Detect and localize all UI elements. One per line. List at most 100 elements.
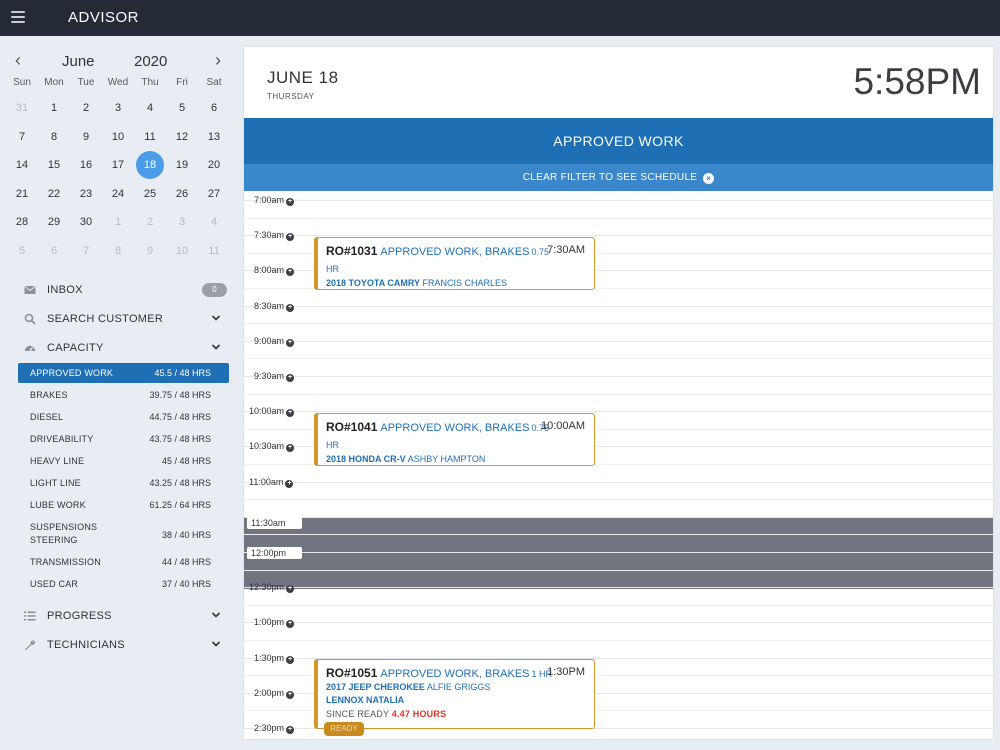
time-slot-text: 8:30am [254,300,285,311]
nav-technicians[interactable]: TECHNICIANS [0,631,240,659]
appointment-card[interactable]: RO#1051 APPROVED WORK, BRAKES 1 HR 1:30PM 20… [314,659,595,736]
add-appointment-icon[interactable]: + [286,726,295,734]
calendar-day[interactable]: 9 [72,123,100,151]
capacity-row[interactable]: APPROVED WORK 45.5 / 48 HRS [18,363,229,383]
calendar-day[interactable]: 4 [200,208,228,236]
calendar-day[interactable]: 4 [136,94,164,122]
calendar-day[interactable]: 16 [72,151,100,179]
calendar-day[interactable]: 13 [200,123,228,151]
capacity-row[interactable]: SUSPENSIONS STEERING 38 / 40 HRS [18,517,229,547]
calendar-day[interactable]: 10 [104,123,132,151]
time-slot-label[interactable]: 7:00am + [254,195,295,206]
add-appointment-icon[interactable]: + [286,690,295,699]
calendar-day[interactable]: 5 [8,237,36,265]
add-appointment-icon[interactable]: + [286,409,295,418]
chevron-left-icon[interactable]: ‹ [8,50,28,72]
time-slot-label[interactable]: 10:00am + [249,406,295,418]
calendar-day[interactable]: 2 [136,208,164,236]
calendar-day[interactable]: 5 [168,94,196,122]
capacity-row[interactable]: BRAKES 39.75 / 48 HRS [18,385,229,405]
calendar-day[interactable]: 20 [200,151,228,179]
chevron-down-icon[interactable] [211,313,221,323]
calendar-day[interactable]: 10 [168,237,196,265]
calendar-day[interactable]: 1 [40,94,68,122]
chevron-down-icon[interactable] [211,610,221,620]
add-appointment-icon[interactable]: + [286,374,295,382]
calendar-day[interactable]: 2 [72,94,100,122]
add-appointment-icon[interactable]: + [285,479,294,488]
calendar-day[interactable]: 6 [40,237,68,265]
chevron-right-icon[interactable]: › [208,50,228,72]
calendar-day[interactable]: 19 [168,151,196,179]
time-slot-label[interactable]: 11:00am + [249,477,294,488]
capacity-row[interactable]: USED CAR 37 / 40 HRS [18,574,229,594]
close-circle-icon[interactable]: × [703,173,715,184]
time-slot-label[interactable]: 2:30pm + [254,723,295,734]
time-slot-label[interactable]: 1:00pm + [254,617,295,629]
appointment-card[interactable]: RO#1031 APPROVED WORK, BRAKES 0.75 7:30AM HR… [314,237,595,290]
calendar-day[interactable]: 8 [104,237,132,265]
appointment-card[interactable]: RO#1041 APPROVED WORK, BRAKES 0.75 10:00AM H… [314,413,595,466]
add-appointment-icon[interactable]: + [286,444,295,453]
calendar-day[interactable]: 6 [200,94,228,122]
calendar-day[interactable]: 28 [8,208,36,236]
nav-capacity[interactable]: CAPACITY [0,334,240,362]
hamburger-menu-icon[interactable] [11,11,25,23]
time-slot-label[interactable]: 1:30pm + [254,653,295,664]
capacity-row[interactable]: TRANSMISSION 44 / 48 HRS [18,552,229,572]
add-appointment-icon[interactable]: + [286,655,295,664]
add-appointment-icon[interactable]: + [286,620,295,629]
calendar-day[interactable]: 23 [72,180,100,208]
calendar-day[interactable]: 3 [168,208,196,236]
calendar-day[interactable]: 27 [200,180,228,208]
nav-inbox[interactable]: INBOX 0 [0,276,240,304]
calendar-day[interactable]: 29 [40,208,68,236]
add-appointment-icon[interactable]: + [286,303,295,312]
calendar-day[interactable]: 17 [104,151,132,179]
time-slot-label[interactable]: 10:30am + [249,441,295,453]
calendar-day[interactable]: 14 [8,151,36,179]
calendar-day[interactable]: 21 [8,180,36,208]
nav-progress[interactable]: PROGRESS [0,602,240,630]
calendar-day[interactable]: 1 [104,208,132,236]
calendar-day[interactable]: 30 [72,208,100,236]
calendar-day[interactable]: 8 [40,123,68,151]
calendar-day[interactable]: 9 [136,237,164,265]
calendar-day[interactable]: 25 [136,180,164,208]
calendar-day[interactable]: 7 [72,237,100,265]
calendar-day[interactable]: 18 [136,151,164,179]
calendar-day[interactable]: 22 [40,180,68,208]
chevron-down-icon[interactable] [211,639,221,649]
add-appointment-icon[interactable]: + [286,233,295,242]
calendar-day[interactable]: 11 [200,237,228,265]
calendar-day[interactable]: 3 [104,94,132,122]
chevron-down-icon[interactable] [211,342,221,352]
capacity-row[interactable]: HEAVY LINE 45 / 48 HRS [18,451,229,471]
time-slot-label[interactable]: 7:30am + [254,230,295,242]
add-appointment-icon[interactable]: + [286,268,295,277]
clear-filter-button[interactable]: CLEAR FILTER TO SEE SCHEDULE × [244,164,993,191]
add-appointment-icon[interactable]: + [286,198,295,206]
calendar-day[interactable]: 11 [136,123,164,151]
capacity-row[interactable]: LIGHT LINE 43.25 / 48 HRS [18,473,229,493]
add-appointment-icon[interactable]: + [286,338,295,347]
time-slot-label[interactable]: 12:30pm + [249,582,295,594]
calendar-day[interactable]: 7 [8,123,36,151]
capacity-row[interactable]: LUBE WORK 61.25 / 64 HRS [18,495,229,515]
calendar-day[interactable]: 15 [40,151,68,179]
calendar-day[interactable]: 26 [168,180,196,208]
time-slot-label[interactable]: 2:00pm + [254,688,295,699]
capacity-row[interactable]: DRIVEABILITY 43.75 / 48 HRS [18,429,229,449]
calendar-day[interactable]: 12 [168,123,196,151]
capacity-row[interactable]: DIESEL 44.75 / 48 HRS [18,407,229,427]
time-slot-label[interactable]: 8:30am + [254,300,295,312]
time-slot-label[interactable]: 9:30am + [254,371,295,382]
calendar-day[interactable]: 31 [8,94,36,122]
time-slot-text: 1:00pm [254,617,285,628]
time-slot-label[interactable]: 8:00am + [254,265,295,277]
nav-search-customer[interactable]: SEARCH CUSTOMER [0,305,240,333]
time-slot-label[interactable]: 9:00am + [254,336,295,347]
capacity-name: TRANSMISSION [30,557,101,567]
add-appointment-icon[interactable]: + [286,585,295,594]
calendar-day[interactable]: 24 [104,180,132,208]
